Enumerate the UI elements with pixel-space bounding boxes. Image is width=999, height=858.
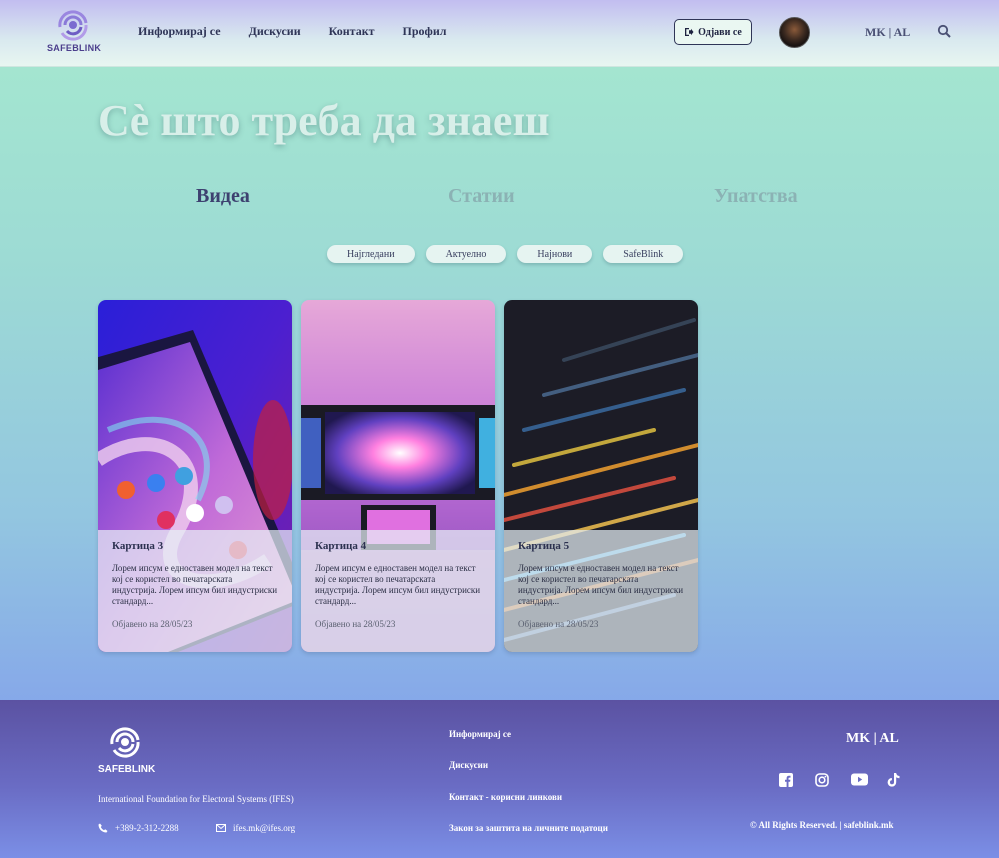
footer-logo-text: SAFEBLINK bbox=[98, 764, 156, 775]
footer-language-switcher[interactable]: MK | AL bbox=[846, 731, 899, 747]
filter-trending[interactable]: Актуелно bbox=[425, 245, 507, 263]
video-card[interactable]: Картица 5 Лорем ипсум е едноставен модел… bbox=[504, 300, 698, 652]
video-card[interactable]: Картица 3 Лорем ипсум е едноставен модел… bbox=[98, 300, 292, 652]
social-links bbox=[779, 773, 903, 789]
nav-item-profile[interactable]: Профил bbox=[403, 24, 447, 39]
tab-articles[interactable]: Статии bbox=[448, 185, 515, 208]
page-title: Сè што треба да знаеш bbox=[98, 96, 550, 145]
safeblink-logo-icon[interactable] bbox=[98, 727, 156, 767]
filter-safeblink[interactable]: SafeBlink bbox=[603, 245, 684, 263]
footer-email[interactable]: ifes.mk@ifes.org bbox=[216, 823, 295, 833]
footer-link-inform[interactable]: Информирај се bbox=[449, 729, 511, 739]
footer-phone[interactable]: +389-2-312-2288 bbox=[98, 823, 179, 833]
site-header: SAFEBLINK Информирај се Дискусии Контакт… bbox=[0, 0, 999, 67]
card-info: Картица 5 Лорем ипсум е едноставен модел… bbox=[504, 530, 698, 652]
video-card[interactable]: Картица 4 Лорем ипсум е едноставен модел… bbox=[301, 300, 495, 652]
card-title: Картица 4 bbox=[315, 540, 367, 552]
footer-copyright: © All Rights Reserved. | safeblink.mk bbox=[750, 820, 894, 830]
card-description: Лорем ипсум е едноставен модел на текст … bbox=[315, 563, 481, 606]
footer-link-contact[interactable]: Контакт - корисни линкови bbox=[449, 792, 562, 802]
card-description: Лорем ипсум е едноставен модел на текст … bbox=[518, 563, 684, 606]
phone-icon bbox=[98, 823, 108, 833]
site-footer: SAFEBLINK International Foundation for E… bbox=[0, 700, 999, 858]
tab-videos[interactable]: Видеа bbox=[196, 185, 250, 208]
nav-item-inform[interactable]: Информирај се bbox=[138, 24, 221, 39]
main-nav: Информирај се Дискусии Контакт Профил bbox=[138, 24, 446, 39]
footer-organization: International Foundation for Electoral S… bbox=[98, 794, 294, 804]
card-date: Објавено на 28/05/23 bbox=[112, 619, 193, 629]
nav-item-discussions[interactable]: Дискусии bbox=[249, 24, 301, 39]
email-icon bbox=[216, 824, 226, 832]
search-icon[interactable] bbox=[937, 24, 951, 38]
card-title: Картица 5 bbox=[518, 540, 570, 552]
language-switcher[interactable]: MK | AL bbox=[865, 25, 910, 40]
instagram-icon[interactable] bbox=[815, 773, 831, 789]
card-info: Картица 4 Лорем ипсум е едноставен модел… bbox=[301, 530, 495, 652]
facebook-icon[interactable] bbox=[779, 773, 795, 789]
tiktok-icon[interactable] bbox=[887, 773, 903, 789]
tab-guides[interactable]: Упатства bbox=[714, 185, 798, 208]
filter-most-viewed[interactable]: Најгледани bbox=[327, 245, 415, 263]
logout-icon bbox=[685, 28, 694, 36]
footer-link-discussions[interactable]: Дискусии bbox=[449, 760, 488, 770]
card-title: Картица 3 bbox=[112, 540, 164, 552]
youtube-icon[interactable] bbox=[851, 773, 868, 789]
logo-text: SAFEBLINK bbox=[47, 43, 102, 53]
footer-link-privacy-law[interactable]: Закон за заштита на личните податоци bbox=[449, 823, 608, 833]
filter-bar: Најгледани Актуелно Најнови SafeBlink bbox=[327, 245, 684, 263]
card-date: Објавено на 28/05/23 bbox=[315, 619, 396, 629]
logout-button[interactable]: Одјави се bbox=[674, 19, 752, 45]
logout-label: Одјави се bbox=[698, 26, 742, 38]
footer-phone-text: +389-2-312-2288 bbox=[115, 823, 179, 833]
card-info: Картица 3 Лорем ипсум е едноставен модел… bbox=[98, 530, 292, 652]
nav-item-contact[interactable]: Контакт bbox=[329, 24, 375, 39]
footer-email-text: ifes.mk@ifes.org bbox=[233, 823, 296, 833]
user-avatar[interactable] bbox=[779, 17, 810, 48]
card-description: Лорем ипсум е едноставен модел на текст … bbox=[112, 563, 278, 606]
filter-newest[interactable]: Најнови bbox=[517, 245, 593, 263]
card-date: Објавено на 28/05/23 bbox=[518, 619, 599, 629]
